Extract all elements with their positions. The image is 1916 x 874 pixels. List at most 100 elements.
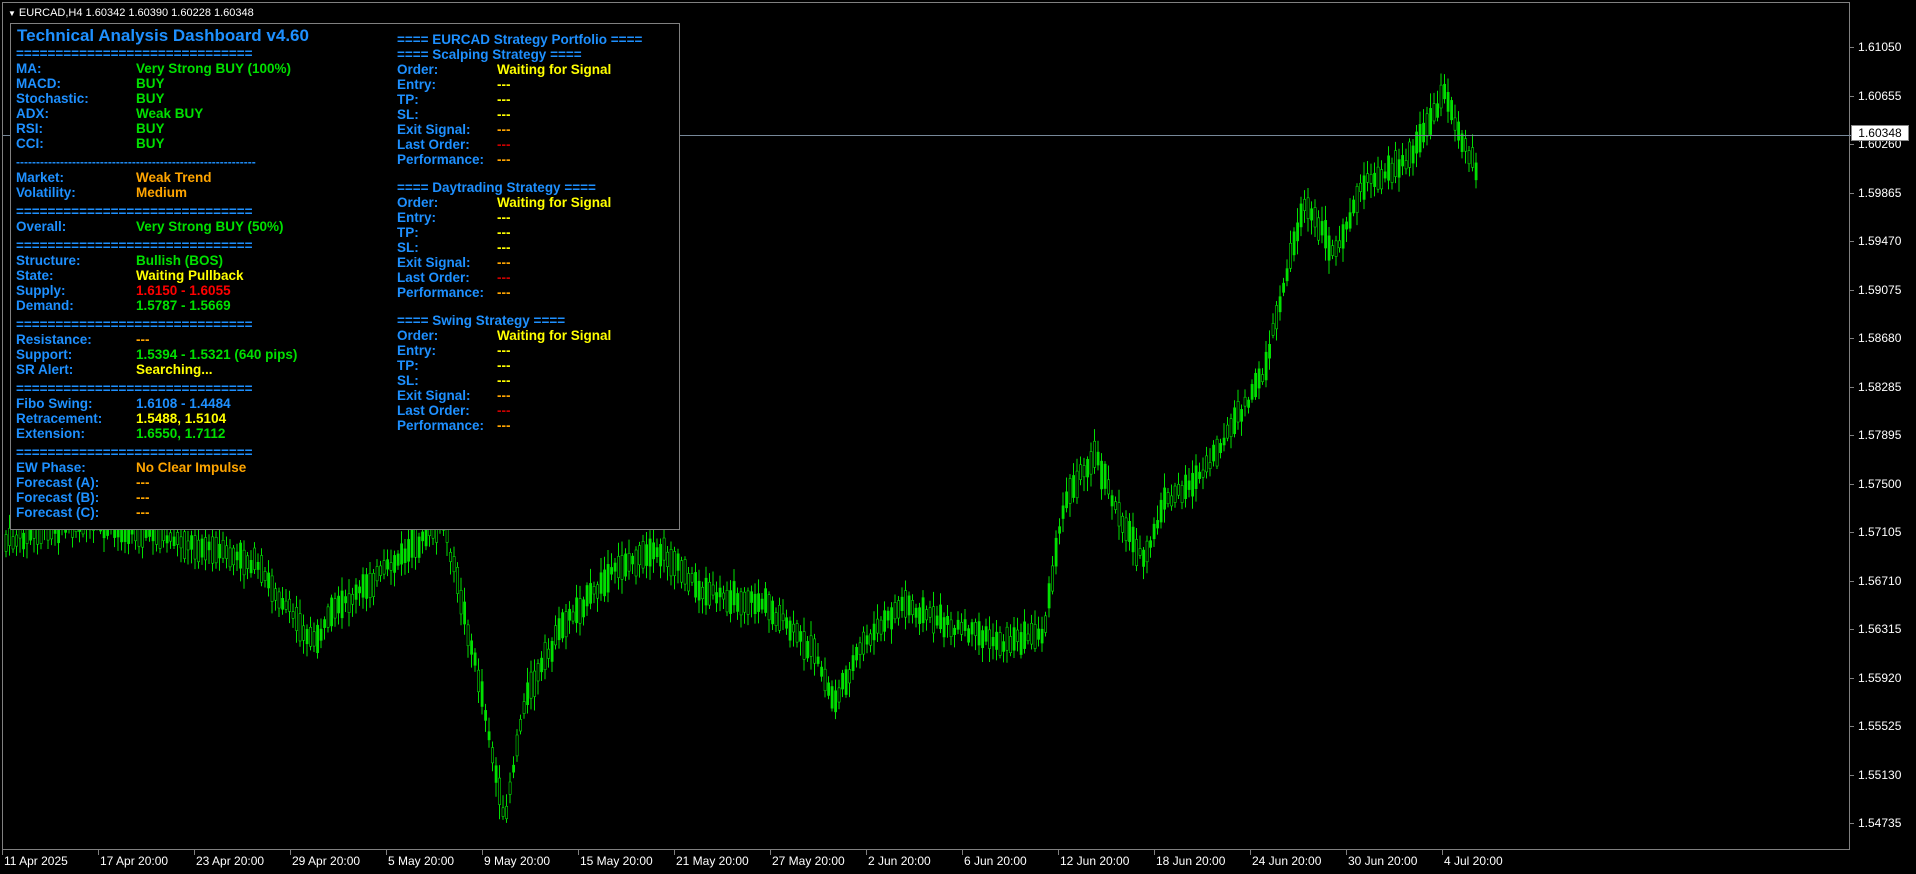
candle-body [750,591,754,603]
candle-body [1121,515,1125,533]
candle-body [197,539,201,563]
time-label: 11 Apr 2025 [4,854,68,868]
candle-body [582,599,586,618]
candle-body [193,535,197,560]
candle-body [694,572,698,598]
candle-body [1474,162,1478,181]
candle-body [862,631,866,655]
candle-body [1047,583,1051,609]
entry-label: Entry: [397,77,437,92]
candle-body [956,619,960,630]
candle-body [522,701,526,714]
time-tick [482,850,483,855]
daytrading-entry-value: --- [497,210,511,225]
candle-body [1264,351,1268,381]
time-tick [1250,850,1251,855]
price-label: 1.57500 [1858,476,1902,491]
candle-body [1324,220,1328,249]
candle-body [729,590,733,614]
candle-body [701,586,705,600]
candle-body [452,556,456,573]
chart-area[interactable]: ▼ EURCAD,H4 1.60342 1.60390 1.60228 1.603… [2,2,1851,850]
candle-body [354,584,358,600]
candle-body [1016,629,1020,642]
swing-last-order-value: --- [497,403,511,418]
order-label: Order: [397,328,439,343]
candle-body [1373,172,1377,187]
separator: ============================== [16,381,253,396]
swing-tp-value: --- [497,358,511,373]
candle-body [326,606,330,628]
candle-body [505,805,509,820]
candle-body [953,627,957,635]
candle-body [1282,282,1286,293]
candle-body [1079,464,1083,480]
candle-body [617,556,621,578]
candle-body [246,555,250,569]
candle-body [368,572,372,598]
daytrading-last-order-value: --- [497,270,511,285]
time-label: 15 May 20:00 [580,854,653,868]
market-label: Market: [16,170,65,185]
candle-body [984,626,988,642]
candle-body [1359,182,1363,192]
candle-body [1089,451,1093,475]
candle-body [1124,517,1128,541]
candle-body [8,528,12,546]
demand-label: Demand: [16,298,74,313]
candle-body [743,591,747,613]
candle-body [1261,374,1265,382]
candle-body [722,592,726,600]
candle-body [22,532,26,550]
candle-body [613,562,617,572]
price-tick [1850,726,1854,727]
price-label: 1.54735 [1858,816,1902,830]
time-label: 17 Apr 20:00 [100,854,169,868]
candle-body [263,571,267,581]
candle-body [463,601,467,625]
candle-body [925,609,929,621]
candle-body [235,551,239,561]
time-label: 27 May 20:00 [772,854,845,868]
candle-body [627,553,631,572]
forecast-c-label: Forecast (C): [16,505,100,520]
candle-body [533,670,537,697]
support-label: Support: [16,347,73,362]
candle-body [1397,159,1401,178]
candle-body [1177,484,1181,496]
candle-body [407,539,411,562]
candle-body [155,529,159,545]
time-tick [770,850,771,855]
time-axis[interactable]: 11 Apr 2025 17 Apr 20:00 23 Apr 20:00 29 Ap… [0,850,1850,874]
candle-body [550,641,554,662]
dropdown-triangle-icon[interactable]: ▼ [8,9,16,18]
rsi-value: BUY [136,121,165,136]
candle-body [778,605,782,631]
candle-body [669,549,673,577]
candle-body [183,531,187,559]
candle-body [1096,451,1100,466]
candle-body [218,543,222,559]
candle-body [1233,407,1237,435]
candle-body [417,536,421,558]
price-tick [1850,144,1854,145]
candle-body [1366,173,1370,183]
candle-body [15,534,19,547]
price-tick [1850,532,1854,533]
candle-body [1464,138,1468,152]
candle-body [1460,133,1464,152]
exit-signal-label: Exit Signal: [397,255,471,270]
structure-label: Structure: [16,253,81,268]
tp-label: TP: [397,225,419,240]
symbol-header[interactable]: ▼ EURCAD,H4 1.60342 1.60390 1.60228 1.603… [8,7,254,19]
price-label: 1.59075 [1858,282,1902,297]
price-tick [1850,386,1854,388]
rsi-label: RSI: [16,121,43,136]
candle-body [1054,537,1058,567]
time-tick [1154,850,1155,855]
last-order-label: Last Order: [397,137,470,152]
candle-body [1348,212,1352,229]
price-tick [1850,241,1854,242]
candle-body [680,560,684,583]
candle-body [725,589,729,613]
